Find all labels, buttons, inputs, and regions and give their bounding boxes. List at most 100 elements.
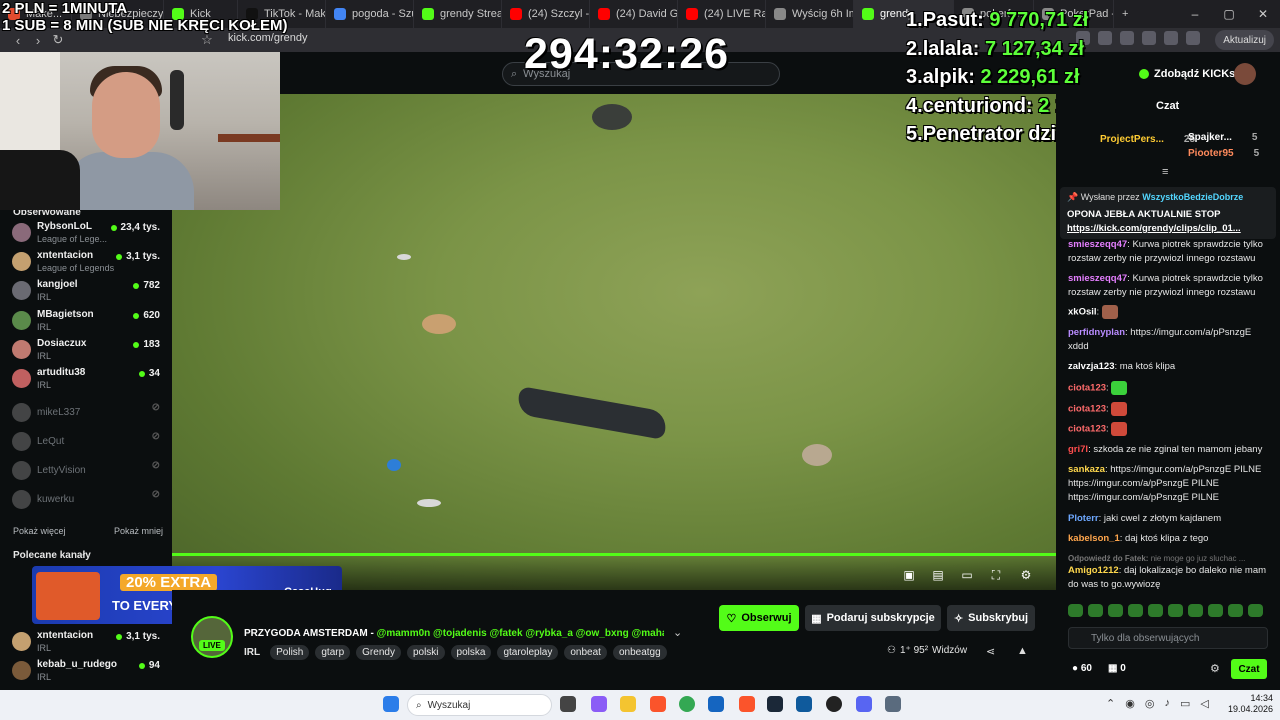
browser-tab[interactable]: (24) Szczyl - Hi xyxy=(502,0,590,28)
emote-icon[interactable] xyxy=(1248,604,1263,617)
browser-tab[interactable]: (24) David Gue xyxy=(590,0,678,28)
stream-category[interactable]: IRL xyxy=(244,647,260,658)
gift-subs-button[interactable]: ▦ Podaruj subskrypcje xyxy=(805,605,941,631)
tag-polski[interactable]: polski xyxy=(406,645,445,660)
emote-icon[interactable] xyxy=(1088,604,1103,617)
chat-input[interactable]: Tylko dla obserwujących xyxy=(1068,627,1268,649)
sidebar-channel-mikel337[interactable]: mikeL337 ⊘ xyxy=(0,399,172,427)
tag-grendy[interactable]: Grendy xyxy=(356,645,401,660)
settings-app-icon[interactable] xyxy=(885,696,901,712)
kicks-balance[interactable]: ● 60 xyxy=(1072,663,1092,674)
tag-gtaroleplay[interactable]: gtaroleplay xyxy=(497,645,559,660)
chat-username[interactable]: smieszeqq47 xyxy=(1068,239,1127,250)
brave-icon[interactable] xyxy=(650,696,666,712)
emote-icon[interactable] xyxy=(1228,604,1243,617)
chat-username[interactable]: kabelson_1 xyxy=(1068,533,1120,544)
steam-icon[interactable] xyxy=(767,696,783,712)
sidebar-channel-kangjoel[interactable]: kangjoel IRL 782 xyxy=(0,277,172,305)
chat-username[interactable]: Odpowiedź do Fatek: xyxy=(1068,554,1148,563)
user-avatar[interactable] xyxy=(1234,63,1256,85)
chat-username[interactable]: gri7l xyxy=(1068,444,1088,455)
sidebar-channel-artuditu38[interactable]: artuditu38 IRL 34 xyxy=(0,365,172,393)
miniplayer-icon[interactable]: ▣ xyxy=(902,568,916,582)
tray-app-icon[interactable]: ◉ xyxy=(1125,697,1135,710)
browser-tab[interactable]: (24) LIVE Race xyxy=(678,0,766,28)
theater-mode-icon[interactable]: ▭ xyxy=(960,568,974,582)
stream-title-mentions[interactable]: @mamm0n @tojadenis @fatek @rybka_a @ow_b… xyxy=(377,628,664,639)
show-less-link[interactable]: Pokaż mniej xyxy=(114,526,163,536)
fullscreen-icon[interactable]: ⛶ xyxy=(989,568,1003,582)
sidebar-channel-xntentacion[interactable]: xntentacion League of Legends 3,1 tys. xyxy=(0,248,172,276)
chat-username[interactable]: Amigo1212 xyxy=(1068,565,1119,576)
settings-icon[interactable]: ⚙ xyxy=(1019,568,1033,582)
chevron-down-icon[interactable]: ⌄ xyxy=(673,626,682,639)
video-player[interactable]: ▣ ▤ ▭ ⛶ ⚙ xyxy=(172,94,1056,590)
chat-username[interactable]: ciota123 xyxy=(1068,424,1106,435)
chat-username[interactable]: xkOsil xyxy=(1068,307,1097,318)
streamer-avatar[interactable] xyxy=(191,616,233,658)
browser-tab[interactable]: Wyścig 6h Imol xyxy=(766,0,854,28)
emote-icon[interactable] xyxy=(1068,604,1083,617)
gift-balance[interactable]: ▦ 0 xyxy=(1108,663,1126,674)
app-icon[interactable] xyxy=(796,696,812,712)
pinned-link[interactable]: https://kick.com/grendy/clips/clip_01... xyxy=(1067,223,1241,234)
chrome-icon[interactable] xyxy=(679,696,695,712)
network-icon[interactable]: ▭ xyxy=(1180,697,1190,710)
chat-username[interactable]: Ploterr xyxy=(1068,513,1099,524)
tag-onbeatgg[interactable]: onbeatgg xyxy=(612,645,667,660)
browser-tab[interactable]: grendy Stream xyxy=(414,0,502,28)
tag-polska[interactable]: polska xyxy=(450,645,492,660)
update-button[interactable]: Aktualizuj xyxy=(1215,30,1274,50)
subscribe-button[interactable]: ✧ Subskrybuj xyxy=(947,605,1035,631)
task-view-icon[interactable] xyxy=(560,696,576,712)
clip-icon[interactable]: ▤ xyxy=(931,568,945,582)
emote-icon[interactable] xyxy=(1108,604,1123,617)
chat-username[interactable]: sankaza xyxy=(1068,464,1105,475)
obs-icon[interactable] xyxy=(826,696,842,712)
sidebar-channel-dosiaczux[interactable]: Dosiaczux IRL 183 xyxy=(0,336,172,364)
tray-app-icon[interactable]: ◎ xyxy=(1145,697,1155,710)
maximize-icon[interactable]: ▢ xyxy=(1212,0,1246,28)
report-icon[interactable]: ▲ xyxy=(1017,645,1028,657)
leaderboard-entry[interactable]: ProjectPers... 25 xyxy=(1100,134,1195,145)
sidebar-channel-rybsonlol[interactable]: RybsonLoL League of Lege... 23,4 tys. xyxy=(0,219,172,247)
windows-start-icon[interactable] xyxy=(383,696,399,712)
emote-icon[interactable] xyxy=(1168,604,1183,617)
chat-username[interactable]: ciota123 xyxy=(1068,404,1106,415)
store-icon[interactable] xyxy=(708,696,724,712)
sidebar-channel-kuwerku[interactable]: kuwerku ⊘ xyxy=(0,486,172,514)
chat-username[interactable]: smieszeqq47 xyxy=(1068,273,1127,284)
sidebar-recommended-xntentacion[interactable]: xntentacion IRL 3,1 tys. xyxy=(0,628,172,656)
close-icon[interactable]: ✕ xyxy=(1246,0,1280,28)
filter-icon[interactable]: ≡ xyxy=(1162,166,1168,178)
discord-icon[interactable] xyxy=(856,696,872,712)
sidebar-channel-lequt[interactable]: LeQut ⊘ xyxy=(0,428,172,456)
sidebar-recommended-kebab_u_rudego[interactable]: kebab_u_rudego IRL 94 xyxy=(0,657,172,685)
share-icon[interactable]: ⋖ xyxy=(986,645,995,658)
chat-username[interactable]: zalvzja123 xyxy=(1068,361,1114,372)
follow-button[interactable]: ♡ Obserwuj xyxy=(719,605,799,631)
emote-icon[interactable] xyxy=(1128,604,1143,617)
sidebar-channel-lettyvision[interactable]: LettyVision ⊘ xyxy=(0,457,172,485)
chat-send-button[interactable]: Czat xyxy=(1231,659,1267,679)
sidebar-channel-mbagietson[interactable]: MBagietson IRL 620 xyxy=(0,307,172,335)
file-explorer-icon[interactable] xyxy=(620,696,636,712)
show-more-link[interactable]: Pokaż więcej xyxy=(13,526,66,536)
chat-settings-icon[interactable]: ⚙ xyxy=(1210,662,1220,675)
browser-tab[interactable]: pogoda - Szuk... xyxy=(326,0,414,28)
brave-active-icon[interactable] xyxy=(739,696,755,712)
microphone-icon[interactable]: ♪ xyxy=(1164,697,1170,710)
taskbar-clock[interactable]: 14:34 19.04.2026 xyxy=(1228,693,1273,715)
tag-gtarp[interactable]: gtarp xyxy=(315,645,351,660)
leaderboard-entry[interactable]: Piooter95 5 xyxy=(1188,148,1259,159)
pinned-message[interactable]: 📌 Wysłane przez WszystkoBedzieDobrze OPO… xyxy=(1060,187,1276,239)
tag-polish[interactable]: Polish xyxy=(270,645,310,660)
leaderboard-entry[interactable]: Spajker... 5 xyxy=(1188,132,1257,143)
chevron-up-icon[interactable]: ⌃ xyxy=(1106,697,1115,710)
copilot-icon[interactable] xyxy=(591,696,607,712)
chat-username[interactable]: ciota123 xyxy=(1068,383,1106,394)
emote-icon[interactable] xyxy=(1148,604,1163,617)
emote-icon[interactable] xyxy=(1208,604,1223,617)
volume-icon[interactable]: ◁ xyxy=(1200,697,1208,710)
emote-icon[interactable] xyxy=(1188,604,1203,617)
